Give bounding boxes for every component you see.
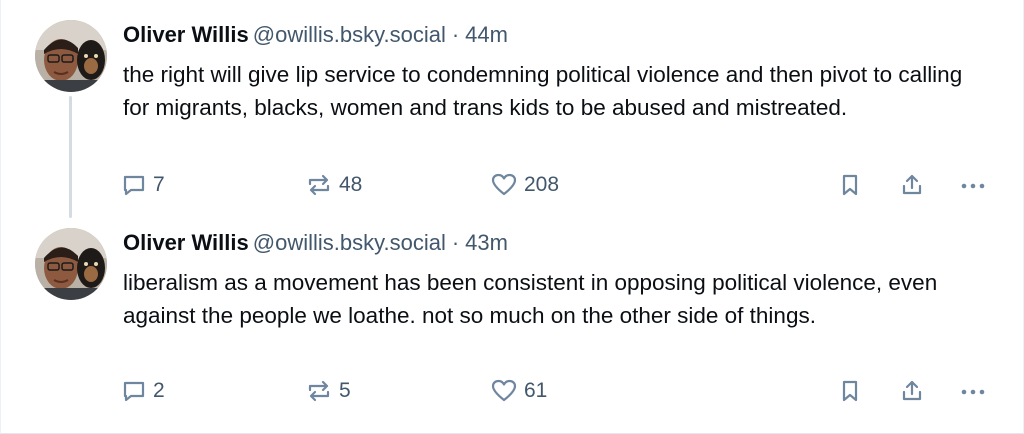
- post-timestamp[interactable]: 43m: [465, 230, 508, 255]
- more-options-button[interactable]: [959, 170, 987, 200]
- post-thread: Oliver Willis @owillis.bsky.social · 44m th…: [0, 0, 1024, 434]
- post-timestamp[interactable]: 44m: [465, 22, 508, 47]
- repost-button[interactable]: 48: [305, 170, 362, 200]
- bookmark-button[interactable]: [837, 170, 863, 200]
- author-handle[interactable]: @owillis.bsky.social: [253, 22, 446, 47]
- speech-bubble-icon: [121, 172, 147, 198]
- repost-arrows-icon: [305, 378, 333, 404]
- repost-count: 48: [339, 173, 363, 196]
- like-button[interactable]: 208: [490, 170, 559, 200]
- reply-count: 7: [153, 173, 165, 196]
- author-name[interactable]: Oliver Willis: [123, 230, 249, 255]
- post-header: Oliver Willis @owillis.bsky.social · 43m: [123, 229, 508, 257]
- share-button[interactable]: [899, 376, 925, 406]
- separator-dot: ·: [451, 22, 460, 47]
- ellipsis-icon: [959, 172, 987, 198]
- reply-count: 2: [153, 379, 165, 402]
- more-options-button[interactable]: [959, 376, 987, 406]
- reply-button[interactable]: 7: [121, 170, 165, 200]
- post[interactable]: Oliver Willis @owillis.bsky.social · 44m th…: [1, 0, 1024, 220]
- repost-button[interactable]: 5: [305, 376, 351, 406]
- ellipsis-icon: [959, 378, 987, 404]
- separator-dot: ·: [451, 230, 460, 255]
- like-count: 61: [524, 379, 548, 402]
- repost-arrows-icon: [305, 172, 333, 198]
- like-button[interactable]: 61: [490, 376, 547, 406]
- bookmark-button[interactable]: [837, 376, 863, 406]
- post-text: liberalism as a movement has been consis…: [123, 270, 938, 328]
- like-count: 208: [524, 173, 560, 196]
- post-actions: 7 48 208: [1, 170, 1024, 200]
- post-text: the right will give lip service to conde…: [123, 62, 963, 120]
- reply-button[interactable]: 2: [121, 376, 165, 406]
- heart-icon: [490, 172, 518, 198]
- post-header: Oliver Willis @owillis.bsky.social · 44m: [123, 21, 508, 49]
- share-button[interactable]: [899, 170, 925, 200]
- avatar[interactable]: [35, 228, 107, 300]
- heart-icon: [490, 378, 518, 404]
- author-name[interactable]: Oliver Willis: [123, 22, 249, 47]
- post-actions: 2 5 61: [1, 376, 1024, 406]
- share-icon: [899, 172, 925, 198]
- speech-bubble-icon: [121, 378, 147, 404]
- author-handle[interactable]: @owillis.bsky.social: [253, 230, 446, 255]
- avatar[interactable]: [35, 20, 107, 92]
- bookmark-icon: [837, 172, 863, 198]
- repost-count: 5: [339, 379, 351, 402]
- share-icon: [899, 378, 925, 404]
- post[interactable]: Oliver Willis @owillis.bsky.social · 43m li…: [1, 220, 1024, 434]
- bookmark-icon: [837, 378, 863, 404]
